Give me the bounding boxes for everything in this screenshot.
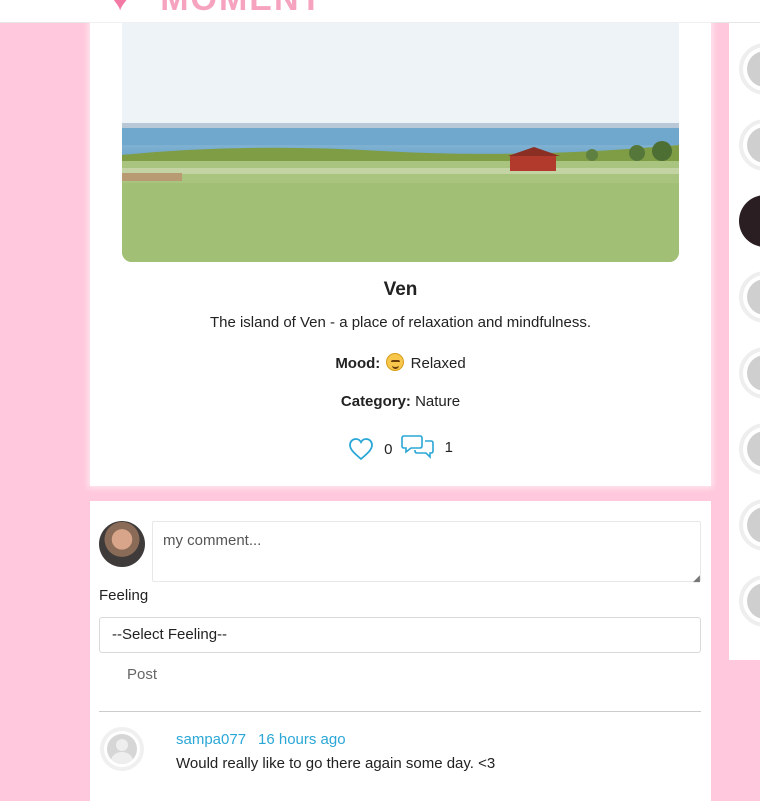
default-avatar-icon bbox=[747, 127, 760, 163]
comment-count: 1 bbox=[444, 438, 453, 456]
post-category: Category: Nature bbox=[90, 393, 711, 410]
post-comment-button[interactable]: Post bbox=[112, 661, 172, 687]
comment-timestamp: 16 hours ago bbox=[258, 731, 346, 748]
category-label: Category: bbox=[340, 393, 411, 410]
post-description: The island of Ven - a place of relaxatio… bbox=[209, 314, 592, 331]
divider bbox=[99, 711, 701, 712]
brand-logo[interactable]: ♥ MOMENT bbox=[110, 0, 323, 19]
feeling-label: Feeling bbox=[99, 587, 149, 604]
friend-avatar[interactable] bbox=[739, 119, 760, 171]
default-avatar-icon bbox=[107, 734, 137, 764]
comment-section: ◢ Feeling --Select Feeling-- Post sampa0… bbox=[90, 501, 711, 801]
post-title: Ven bbox=[383, 279, 418, 300]
comment-text: Would really like to go there again some… bbox=[176, 755, 496, 772]
comment-avatar[interactable] bbox=[100, 727, 144, 771]
feeling-select[interactable]: --Select Feeling-- bbox=[99, 617, 701, 653]
default-avatar-icon bbox=[747, 279, 760, 315]
friend-avatar[interactable] bbox=[739, 423, 760, 475]
comment-input[interactable] bbox=[152, 521, 701, 582]
post-image bbox=[122, 23, 679, 262]
friend-avatar[interactable] bbox=[739, 499, 760, 551]
current-user-avatar bbox=[99, 521, 145, 567]
landscape-photo bbox=[122, 23, 679, 262]
post-card: Ven The island of Ven - a place of relax… bbox=[90, 23, 711, 486]
comment-username[interactable]: sampa077 bbox=[176, 731, 246, 748]
friend-avatar[interactable] bbox=[739, 195, 760, 247]
comments-icon bbox=[400, 435, 434, 459]
relieved-face-icon bbox=[386, 353, 405, 371]
default-avatar-icon bbox=[747, 355, 760, 391]
heart-logo-icon: ♥ bbox=[110, 0, 132, 18]
friend-avatar[interactable] bbox=[739, 271, 760, 323]
brand-name: MOMENT bbox=[160, 0, 323, 18]
default-avatar-icon bbox=[747, 583, 760, 619]
default-avatar-icon bbox=[747, 507, 760, 543]
like-button[interactable]: 0 bbox=[348, 437, 392, 461]
mood-value: Relaxed bbox=[410, 355, 466, 372]
like-count: 0 bbox=[384, 440, 393, 458]
top-navbar: ♥ MOMENT bbox=[0, 0, 760, 23]
post-actions: 0 1 bbox=[90, 433, 711, 463]
friend-avatar[interactable] bbox=[739, 43, 760, 95]
category-value: Nature bbox=[415, 393, 461, 410]
default-avatar-icon bbox=[747, 51, 760, 87]
friend-avatar[interactable] bbox=[739, 347, 760, 399]
mood-label: Mood: bbox=[335, 355, 381, 372]
resize-grip-icon[interactable]: ◢ bbox=[693, 573, 700, 584]
friends-sidebar bbox=[729, 23, 760, 660]
friend-avatar[interactable] bbox=[739, 575, 760, 627]
post-mood: Mood: Relaxed bbox=[90, 353, 711, 372]
comments-button[interactable]: 1 bbox=[400, 433, 453, 461]
default-avatar-icon bbox=[747, 431, 760, 467]
heart-icon bbox=[349, 438, 373, 461]
